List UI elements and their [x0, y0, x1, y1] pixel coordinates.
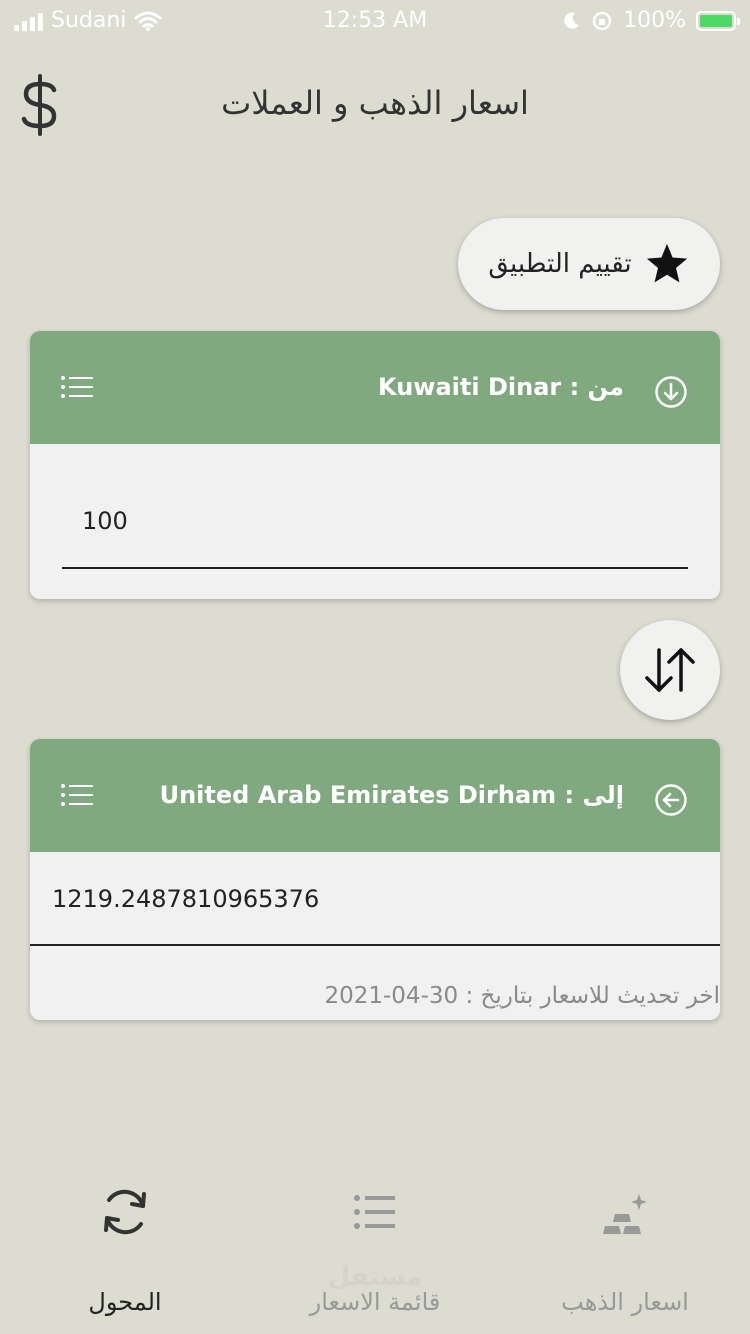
- page-title: اسعار الذهب و العملات: [221, 84, 529, 122]
- to-card-header[interactable]: إلى : United Arab Emirates Dirham: [30, 739, 720, 852]
- to-value-underline: [30, 944, 720, 946]
- nav-item-price-list[interactable]: قائمة الاسعار: [250, 1160, 500, 1334]
- nav-label-price-list: قائمة الاسعار: [309, 1288, 441, 1316]
- to-currency-title: إلى : United Arab Emirates Dirham: [159, 781, 624, 809]
- rate-app-button[interactable]: تقييم التطبيق: [458, 218, 720, 310]
- status-right: 100%: [561, 8, 740, 33]
- last-update-note: اخر تحديث للاسعار بتاريخ : 30-04-2021: [324, 983, 720, 1009]
- rate-app-label: تقييم التطبيق: [488, 249, 632, 279]
- from-currency-card: من : Kuwaiti Dinar 100: [30, 331, 720, 599]
- arrow-down-circle-icon: [655, 376, 687, 408]
- to-amount-value: 1219.2487810965376: [52, 885, 320, 913]
- rotation-lock-icon: [592, 11, 612, 30]
- watermark: مستقل: [327, 1262, 423, 1292]
- app-header: اسعار الذهب و العملات: [0, 60, 750, 150]
- list-icon[interactable]: [60, 783, 94, 807]
- battery-percent: 100%: [623, 8, 686, 33]
- status-bar: Sudani 12:53 AM 100%: [0, 0, 750, 40]
- list-icon[interactable]: [60, 375, 94, 399]
- nav-item-gold-prices[interactable]: اسعار الذهب: [500, 1160, 750, 1334]
- from-amount-input[interactable]: 100: [82, 507, 128, 535]
- nav-label-gold-prices: اسعار الذهب: [561, 1288, 689, 1316]
- nav-label-converter: المحول: [88, 1288, 162, 1316]
- battery-icon: [696, 10, 740, 31]
- from-card-header[interactable]: من : Kuwaiti Dinar: [30, 331, 720, 444]
- refresh-icon: [104, 1189, 146, 1235]
- arrow-left-circle-icon: [655, 784, 687, 816]
- from-input-underline: [62, 567, 688, 569]
- gold-bars-icon: [603, 1194, 647, 1234]
- swap-currencies-button[interactable]: [620, 620, 720, 720]
- from-currency-title: من : Kuwaiti Dinar: [378, 373, 624, 401]
- nav-item-converter[interactable]: المحول: [0, 1160, 250, 1334]
- star-icon: [646, 243, 687, 283]
- to-currency-card: إلى : United Arab Emirates Dirham 1219.2…: [30, 739, 720, 1020]
- bottom-nav: المحول قائمة الاسعار اسعار الذهب: [0, 1160, 750, 1334]
- swap-arrows-icon: [645, 648, 695, 692]
- list-icon: [354, 1195, 395, 1229]
- moon-icon: [564, 12, 580, 29]
